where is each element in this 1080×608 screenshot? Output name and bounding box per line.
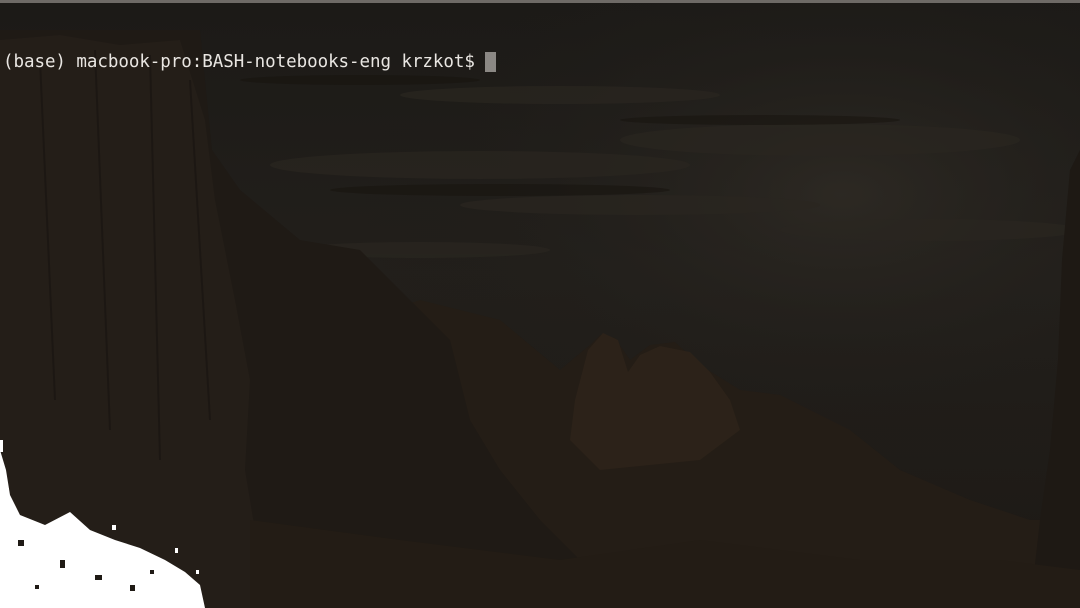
prompt-line[interactable]: (base) macbook-pro:BASH-notebooks-eng kr… <box>3 51 1080 73</box>
window-top-border <box>0 0 1080 3</box>
text-cursor <box>484 52 496 72</box>
terminal-output[interactable]: (base) macbook-pro:BASH-notebooks-eng kr… <box>3 7 1080 117</box>
shell-prompt: (base) macbook-pro:BASH-notebooks-eng kr… <box>3 52 475 72</box>
terminal-window[interactable]: (base) macbook-pro:BASH-notebooks-eng kr… <box>0 0 1080 608</box>
